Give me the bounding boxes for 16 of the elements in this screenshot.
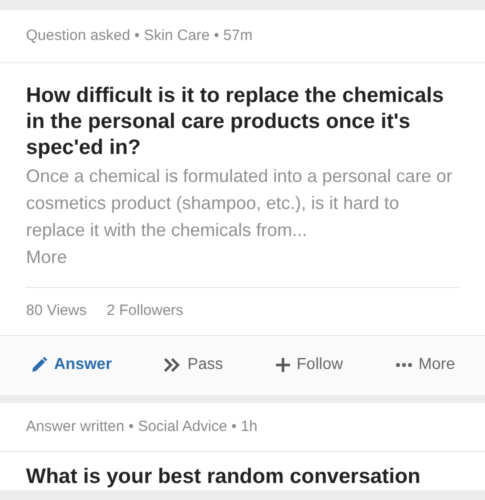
pencil-icon: [30, 356, 48, 374]
pass-button[interactable]: Pass: [163, 353, 224, 377]
post-meta: Question asked • Skin Care • 57m: [26, 27, 252, 44]
more-link[interactable]: More: [26, 244, 459, 271]
stat-text: 80 Views: [26, 301, 87, 321]
stat-text: 2 Followers: [106, 301, 184, 321]
question-title[interactable]: How difficult is it to replace the chemicals in the personal care products once it's spec'ed in?: [26, 83, 459, 161]
answer-button[interactable]: Answer: [30, 353, 112, 377]
follow-button[interactable]: Follow: [274, 353, 343, 377]
question-excerpt: Once a chemical is formulated into a personal care or cosmetics product (shampoo, etc.), is it hard to replace it with the chemicals from...: [26, 165, 454, 242]
post-meta: Answer written • Social Advice • 1h: [26, 418, 258, 434]
question-title[interactable]: What is your best random conversation: [26, 464, 459, 490]
more-button[interactable]: More: [394, 353, 455, 377]
double-chevron-icon: [163, 357, 182, 373]
dots-icon: [394, 362, 413, 368]
plus-icon: [274, 357, 291, 373]
